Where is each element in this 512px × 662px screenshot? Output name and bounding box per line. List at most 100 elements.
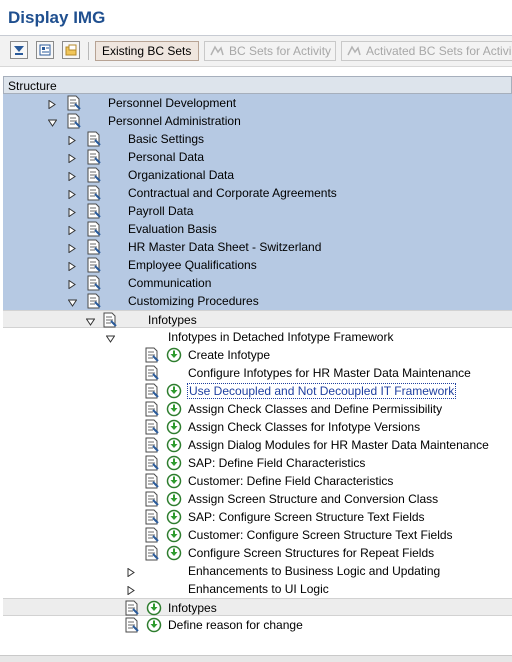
execute-activity-icon[interactable] bbox=[166, 347, 182, 363]
documentation-icon[interactable] bbox=[86, 203, 102, 219]
execute-activity-icon[interactable] bbox=[146, 600, 162, 616]
tree-node-label: Enhancements to Business Logic and Updat… bbox=[188, 564, 441, 578]
expand-arrow-icon[interactable] bbox=[68, 278, 76, 290]
expand-arrow-icon[interactable] bbox=[48, 98, 56, 110]
tree-node[interactable]: Customizing Procedures bbox=[3, 292, 512, 310]
expand-arrow-icon[interactable] bbox=[68, 242, 76, 254]
tree-node[interactable]: Personnel Development bbox=[3, 94, 512, 112]
expand-arrow-icon[interactable] bbox=[127, 584, 135, 596]
documentation-icon[interactable] bbox=[124, 600, 140, 616]
documentation-icon[interactable] bbox=[86, 167, 102, 183]
tree-node[interactable]: SAP: Configure Screen Structure Text Fie… bbox=[3, 508, 512, 526]
collapse-arrow-icon[interactable] bbox=[105, 332, 116, 343]
execute-activity-icon[interactable] bbox=[166, 473, 182, 489]
tree-node[interactable]: Customer: Configure Screen Structure Tex… bbox=[3, 526, 512, 544]
tree-node[interactable]: Organizational Data bbox=[3, 166, 512, 184]
collapse-arrow-icon[interactable] bbox=[85, 315, 96, 326]
tree-node[interactable]: Create Infotype bbox=[3, 346, 512, 364]
tree-node[interactable]: SAP: Define Field Characteristics bbox=[3, 454, 512, 472]
documentation-icon[interactable] bbox=[144, 347, 160, 363]
tree-column-header[interactable]: Structure bbox=[3, 76, 512, 94]
execute-activity-icon[interactable] bbox=[146, 617, 162, 633]
execute-activity-icon[interactable] bbox=[166, 491, 182, 507]
documentation-icon[interactable] bbox=[144, 491, 160, 507]
tree-node[interactable]: Enhancements to UI Logic bbox=[3, 580, 512, 598]
tree-node[interactable]: Personnel Administration bbox=[3, 112, 512, 130]
documentation-icon[interactable] bbox=[86, 275, 102, 291]
documentation-icon[interactable] bbox=[144, 527, 160, 543]
collapse-arrow-icon[interactable] bbox=[47, 116, 58, 127]
documentation-icon[interactable] bbox=[144, 509, 160, 525]
tree-node[interactable]: Infotypes bbox=[3, 310, 512, 328]
tree-node[interactable]: Contractual and Corporate Agreements bbox=[3, 184, 512, 202]
tree-node[interactable]: Assign Check Classes and Define Permissi… bbox=[3, 400, 512, 418]
execute-activity-icon[interactable] bbox=[166, 401, 182, 417]
tree-node[interactable]: Use Decoupled and Not Decoupled IT Frame… bbox=[3, 382, 512, 400]
collapse-arrow-icon[interactable] bbox=[67, 296, 78, 307]
documentation-icon[interactable] bbox=[144, 473, 160, 489]
expand-arrow-icon[interactable] bbox=[68, 170, 76, 182]
activated-bc-sets-icon bbox=[346, 44, 362, 63]
tree-node[interactable]: Assign Screen Structure and Conversion C… bbox=[3, 490, 512, 508]
documentation-icon[interactable] bbox=[86, 185, 102, 201]
tree-node[interactable]: Configure Screen Structures for Repeat F… bbox=[3, 544, 512, 562]
documentation-icon[interactable] bbox=[144, 419, 160, 435]
documentation-icon[interactable] bbox=[144, 383, 160, 399]
tree-node-label: SAP: Configure Screen Structure Text Fie… bbox=[188, 510, 425, 524]
documentation-icon[interactable] bbox=[144, 401, 160, 417]
documentation-icon[interactable] bbox=[124, 617, 140, 633]
tree-node[interactable]: HR Master Data Sheet - Switzerland bbox=[3, 238, 512, 256]
documentation-icon[interactable] bbox=[66, 95, 82, 111]
tree-node[interactable]: Configure Infotypes for HR Master Data M… bbox=[3, 364, 512, 382]
tree-node-label[interactable]: Use Decoupled and Not Decoupled IT Frame… bbox=[186, 383, 457, 399]
tree-node[interactable]: Define reason for change bbox=[3, 616, 512, 634]
execute-activity-icon[interactable] bbox=[166, 437, 182, 453]
tree-node[interactable]: Basic Settings bbox=[3, 130, 512, 148]
documentation-icon[interactable] bbox=[66, 113, 82, 129]
documentation-icon[interactable] bbox=[86, 239, 102, 255]
documentation-icon[interactable] bbox=[86, 149, 102, 165]
tree-node-label: Employee Qualifications bbox=[128, 258, 257, 272]
documentation-icon[interactable] bbox=[86, 293, 102, 309]
tree-node-label: Define reason for change bbox=[168, 618, 303, 632]
expand-arrow-icon[interactable] bbox=[68, 134, 76, 146]
existing-bc-sets-button[interactable]: Existing BC Sets bbox=[95, 41, 199, 61]
documentation-icon[interactable] bbox=[144, 365, 160, 381]
tree-node[interactable]: Evaluation Basis bbox=[3, 220, 512, 238]
expand-arrow-icon[interactable] bbox=[68, 260, 76, 272]
tree-node[interactable]: Assign Check Classes for Infotype Versio… bbox=[3, 418, 512, 436]
execute-activity-icon[interactable] bbox=[166, 545, 182, 561]
bc-sets-for-activity-button[interactable]: BC Sets for Activity bbox=[204, 41, 336, 61]
tree-node[interactable]: Infotypes in Detached Infotype Framework bbox=[3, 328, 512, 346]
expand-arrow-icon[interactable] bbox=[68, 206, 76, 218]
tree-node[interactable]: Personal Data bbox=[3, 148, 512, 166]
documentation-icon[interactable] bbox=[86, 221, 102, 237]
tree-node[interactable]: Communication bbox=[3, 274, 512, 292]
expand-arrow-icon[interactable] bbox=[68, 188, 76, 200]
tree-node[interactable]: Payroll Data bbox=[3, 202, 512, 220]
tree-node[interactable]: Customer: Define Field Characteristics bbox=[3, 472, 512, 490]
execute-activity-icon[interactable] bbox=[166, 527, 182, 543]
documentation-icon[interactable] bbox=[86, 257, 102, 273]
documentation-icon[interactable] bbox=[102, 312, 118, 328]
note-icon[interactable] bbox=[36, 41, 54, 59]
tree-node-label: Assign Dialog Modules for HR Master Data… bbox=[188, 438, 489, 452]
execute-activity-icon[interactable] bbox=[166, 383, 182, 399]
documentation-icon[interactable] bbox=[86, 131, 102, 147]
tree-node[interactable]: Enhancements to Business Logic and Updat… bbox=[3, 562, 512, 580]
expand-arrow-icon[interactable] bbox=[68, 224, 76, 236]
activated-bc-sets-button[interactable]: Activated BC Sets for Activi bbox=[341, 41, 512, 61]
execute-activity-icon[interactable] bbox=[166, 455, 182, 471]
expand-arrow-icon[interactable] bbox=[127, 566, 135, 578]
expand-arrow-icon[interactable] bbox=[68, 152, 76, 164]
documentation-icon[interactable] bbox=[144, 455, 160, 471]
find-icon[interactable] bbox=[10, 41, 28, 59]
folder-icon[interactable] bbox=[62, 41, 80, 59]
documentation-icon[interactable] bbox=[144, 545, 160, 561]
tree-node[interactable]: Employee Qualifications bbox=[3, 256, 512, 274]
tree-node[interactable]: Infotypes bbox=[3, 598, 512, 616]
tree-node[interactable]: Assign Dialog Modules for HR Master Data… bbox=[3, 436, 512, 454]
documentation-icon[interactable] bbox=[144, 437, 160, 453]
execute-activity-icon[interactable] bbox=[166, 419, 182, 435]
execute-activity-icon[interactable] bbox=[166, 509, 182, 525]
